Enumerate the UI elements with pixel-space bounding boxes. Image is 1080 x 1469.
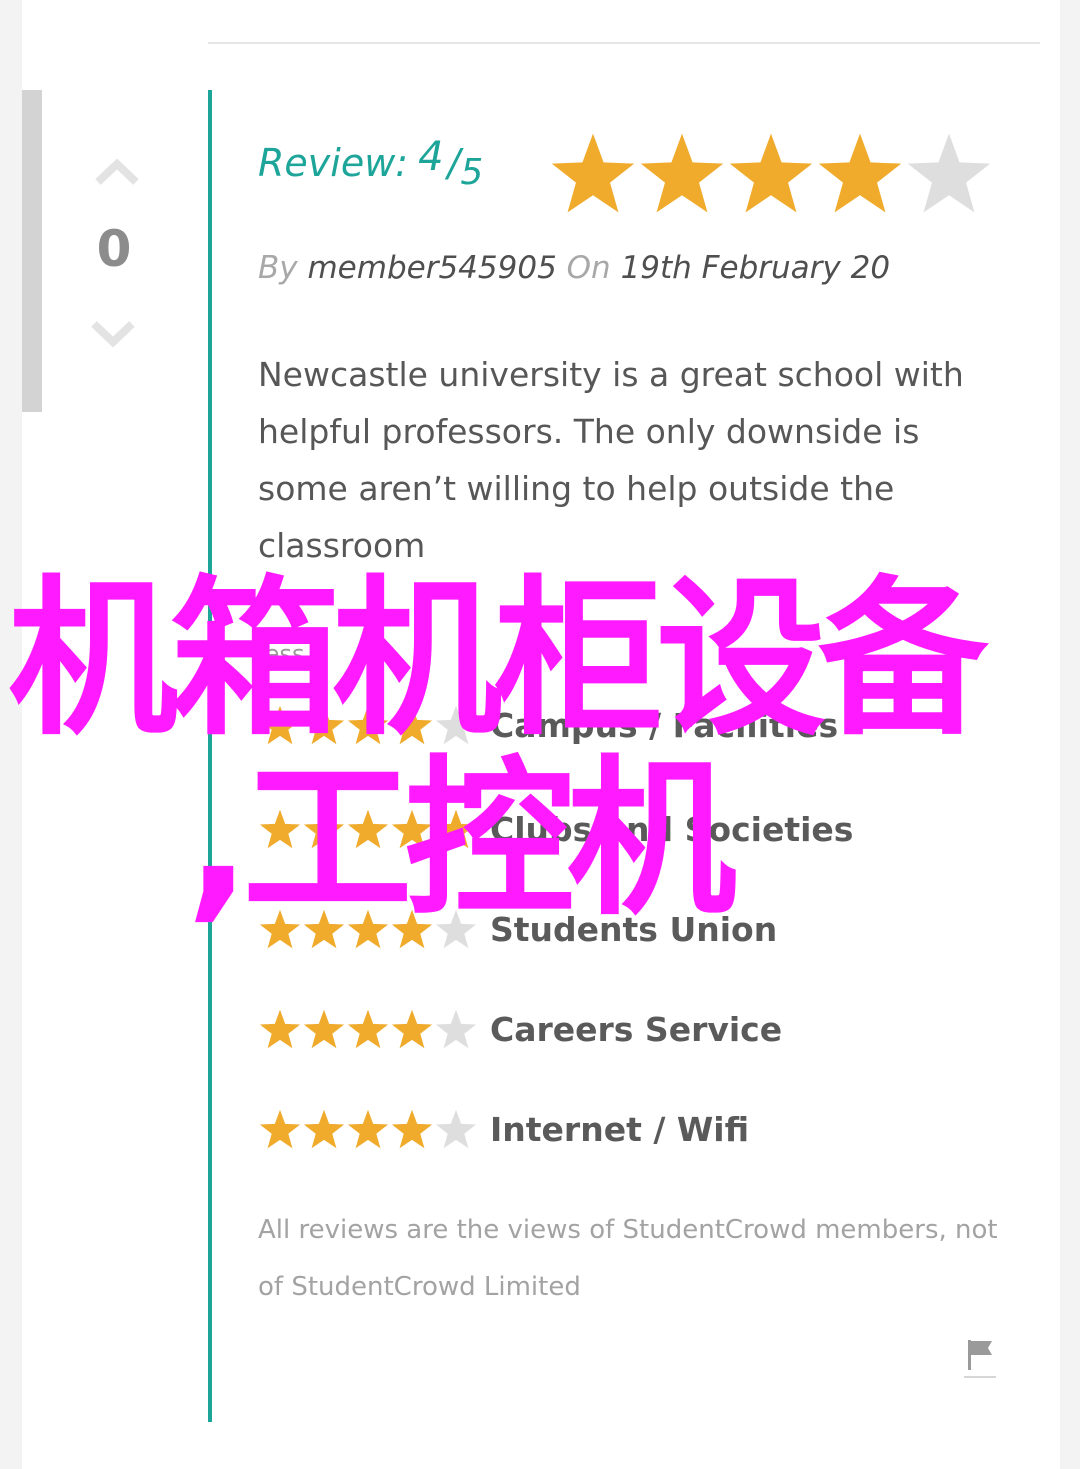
star-filled-icon bbox=[347, 909, 389, 949]
star-empty-icon bbox=[435, 1009, 477, 1049]
report-flag-icon[interactable] bbox=[964, 1336, 996, 1380]
category-row: Students Union bbox=[258, 904, 777, 954]
star-filled-icon bbox=[303, 1109, 345, 1149]
less-link[interactable]: less... bbox=[258, 640, 327, 668]
star-filled-icon bbox=[391, 705, 433, 745]
category-row: Careers Service bbox=[258, 1004, 782, 1054]
star-filled-icon bbox=[391, 909, 433, 949]
star-filled-icon bbox=[640, 133, 724, 213]
star-empty-icon bbox=[435, 909, 477, 949]
byline-on: On bbox=[566, 250, 611, 286]
review-label: Review: bbox=[258, 141, 409, 185]
byline-by: By bbox=[258, 250, 298, 286]
star-filled-icon bbox=[347, 809, 389, 849]
category-star-rating bbox=[258, 1108, 480, 1150]
vote-column-bar bbox=[22, 90, 42, 412]
review-accent-bar bbox=[208, 90, 212, 1422]
category-label: Internet / Wifi bbox=[490, 1109, 750, 1149]
upvote-chevron-icon[interactable] bbox=[94, 150, 140, 190]
star-filled-icon bbox=[303, 909, 345, 949]
star-filled-icon bbox=[391, 809, 433, 849]
star-filled-icon bbox=[303, 1009, 345, 1049]
review-byline: By member545905 On 19th February 20 bbox=[258, 250, 890, 286]
review-slash: / bbox=[447, 141, 461, 185]
star-filled-icon bbox=[259, 909, 301, 949]
category-label: Campus / Facilities bbox=[490, 705, 839, 745]
star-empty-icon bbox=[435, 1109, 477, 1149]
vote-count: 0 bbox=[96, 220, 132, 278]
review-body: Newcastle university is a great school w… bbox=[258, 355, 964, 565]
category-star-rating bbox=[258, 808, 480, 850]
disclaimer: All reviews are the views of StudentCrow… bbox=[258, 1215, 998, 1302]
review-total: 5 bbox=[460, 152, 484, 193]
category-row: Clubs and Societies bbox=[258, 804, 853, 854]
star-filled-icon bbox=[391, 1109, 433, 1149]
category-row: Internet / Wifi bbox=[258, 1104, 749, 1154]
category-star-rating bbox=[258, 704, 480, 746]
byline-date: 19th February 20 bbox=[620, 250, 891, 286]
byline-author[interactable]: member545905 bbox=[307, 250, 556, 286]
star-filled-icon bbox=[391, 1009, 433, 1049]
star-filled-icon bbox=[259, 1009, 301, 1049]
star-filled-icon bbox=[347, 705, 389, 745]
star-filled-icon bbox=[259, 705, 301, 745]
top-divider bbox=[208, 42, 1040, 44]
category-label: Clubs and Societies bbox=[490, 809, 854, 849]
category-label: Careers Service bbox=[490, 1009, 783, 1049]
category-row: Campus / Facilities bbox=[258, 700, 838, 750]
star-filled-icon bbox=[347, 1109, 389, 1149]
star-filled-icon bbox=[818, 133, 902, 213]
category-star-rating bbox=[258, 908, 480, 950]
category-label: Students Union bbox=[490, 909, 778, 949]
category-star-rating bbox=[258, 1008, 480, 1050]
star-filled-icon bbox=[303, 705, 345, 745]
star-empty-icon bbox=[435, 705, 477, 745]
star-empty-icon bbox=[907, 133, 991, 213]
overall-star-rating bbox=[548, 130, 993, 220]
star-filled-icon bbox=[551, 133, 635, 213]
review-score-heading: Review: 4/5 bbox=[258, 134, 484, 200]
star-filled-icon bbox=[259, 809, 301, 849]
downvote-chevron-icon[interactable] bbox=[90, 316, 136, 356]
star-filled-icon bbox=[303, 809, 345, 849]
star-filled-icon bbox=[259, 1109, 301, 1149]
star-filled-icon bbox=[435, 809, 477, 849]
star-filled-icon bbox=[347, 1009, 389, 1049]
review-score: 4 bbox=[418, 134, 444, 180]
star-filled-icon bbox=[729, 133, 813, 213]
